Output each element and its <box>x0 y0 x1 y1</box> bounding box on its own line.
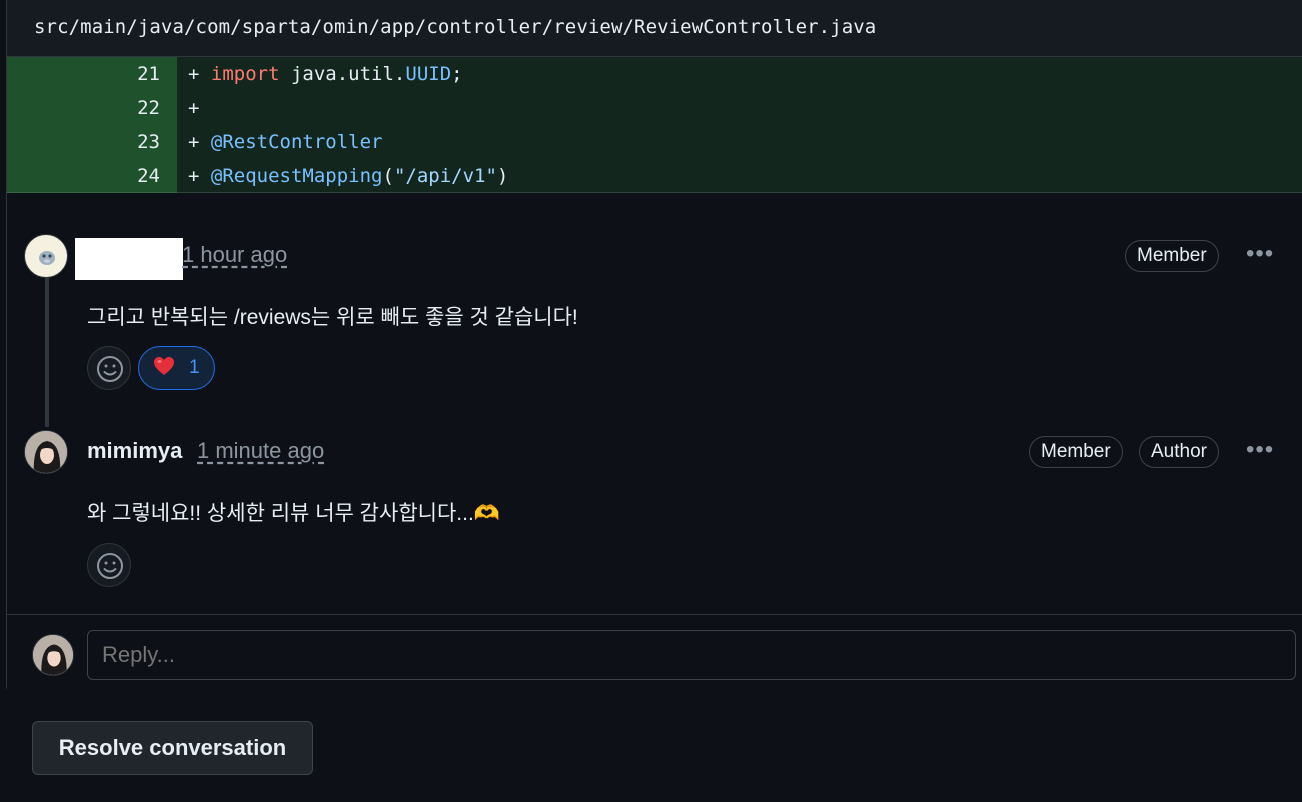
code-line: + import java.util.UUID; <box>188 63 463 85</box>
avatar[interactable] <box>24 430 68 474</box>
comment-body: 그리고 반복되는 /reviews는 위로 빼도 좋을 것 같습니다! <box>87 306 578 329</box>
member-badge: Member <box>1125 240 1219 272</box>
line-number[interactable]: 22 <box>7 91 177 125</box>
heart-reaction-button[interactable]: 1 <box>138 346 215 390</box>
add-reaction-button[interactable] <box>87 543 131 587</box>
comment-body: 와 그렇네요!! 상세한 리뷰 너무 감사합니다...🫶 <box>87 502 500 525</box>
diff-line: 22 + <box>7 91 1302 125</box>
code-line: + @RequestMapping("/api/v1") <box>188 165 509 187</box>
code-line: + <box>188 97 200 119</box>
diff-hunk: 21 + import java.util.UUID; 22 + 23 + @R… <box>7 57 1302 193</box>
redacted-username <box>75 238 183 280</box>
heart-icon <box>153 356 175 381</box>
current-user-avatar <box>32 634 74 676</box>
smiley-icon <box>97 356 123 382</box>
timeline-connector <box>45 277 49 427</box>
more-options-icon[interactable]: ••• <box>1246 242 1274 266</box>
add-reaction-button[interactable] <box>87 346 131 390</box>
reaction-count: 1 <box>189 357 200 378</box>
reply-area <box>7 614 1302 694</box>
smiley-icon <box>97 553 123 579</box>
file-header: src/main/java/com/sparta/omin/app/contro… <box>7 0 1302 57</box>
review-thread: src/main/java/com/sparta/omin/app/contro… <box>6 0 1302 694</box>
diff-line: 23 + @RestController <box>7 125 1302 159</box>
more-options-icon[interactable]: ••• <box>1246 438 1274 462</box>
line-number[interactable]: 21 <box>7 57 177 91</box>
file-path[interactable]: src/main/java/com/sparta/omin/app/contro… <box>34 16 876 38</box>
resolve-conversation-button[interactable]: Resolve conversation <box>32 721 313 775</box>
author-badge: Author <box>1139 436 1219 468</box>
line-number[interactable]: 23 <box>7 125 177 159</box>
comment-timestamp[interactable]: 1 hour ago <box>182 242 287 268</box>
reply-input[interactable] <box>87 630 1296 680</box>
code-line: + @RestController <box>188 131 383 153</box>
avatar[interactable] <box>24 234 68 278</box>
diff-line: 24 + @RequestMapping("/api/v1") <box>7 159 1302 193</box>
member-badge: Member <box>1029 436 1123 468</box>
comment-author[interactable]: mimimya <box>87 438 182 464</box>
comment-timestamp[interactable]: 1 minute ago <box>197 438 324 464</box>
line-number[interactable]: 24 <box>7 159 177 193</box>
diff-line: 21 + import java.util.UUID; <box>7 57 1302 91</box>
